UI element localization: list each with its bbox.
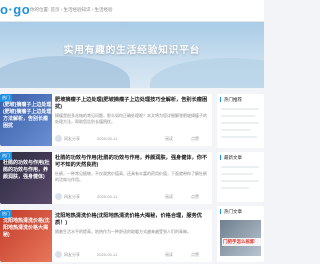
thumbnail-caption: 沈阳地热清洗价格(沈阳地热清洗价格大揭秘) [3,218,50,238]
hot-tag: 热门 [0,210,12,218]
sidebar: 热门推荐 最新文章 热门文章 门把手怎么拆卸 [217,94,264,264]
article-meta: 网友分享 2025-05-11 阅读 点赞 [55,193,210,201]
article-date: 2025-05-11 [97,252,118,257]
likes-count: 点赞 [191,252,199,257]
article-date: 2025-05-11 [97,194,118,199]
article-excerpt: 杜鹃，一种常见植物，不仅观赏价值高，还具有丰富的药用价值，下面就带你了解杜鹃的功… [55,171,207,182]
article-card[interactable]: 热门 沈阳地热清洗价格(沈阳地热清洗价格大揭秘) 沈阳地热清洗价格(沈阳地热清洗… [0,210,212,262]
article-excerpt: 随着生活水平的提高，地热作为一种舒适的取暖方式越来越受到人们的青睐。 [55,229,191,234]
avatar [55,193,62,200]
article-card[interactable]: 热门 杜鹃的功效与作用(杜鹃的功效与作用，养颜润肤，强身健体) 杜鹃的功效与作用… [0,152,212,204]
article-thumbnail[interactable]: 热门 沈阳地热清洗价格(沈阳地热清洗价格大揭秘) [0,210,52,262]
views-count: 阅读 [165,252,173,257]
widget-latest-articles: 最新文章 [217,152,264,202]
article-title[interactable]: 杜鹃的功效与作用(杜鹃的功效与作用，养颜润肤，强身健体，你不可不知的天然良药) [55,155,210,169]
views-count: 阅读 [165,194,173,199]
widget-list-item[interactable] [221,173,253,175]
thumbnail-caption: 门把手怎么拆卸 [222,238,261,246]
avatar [55,135,62,142]
breadcrumb[interactable]: 你的位置: 首页 › 生活经验知识 › 生活经验 [30,7,113,13]
widget-title[interactable]: 热门文章 [220,209,242,214]
widget-list-item[interactable] [221,108,259,110]
article-author[interactable]: 网友分享 [64,252,80,258]
article-meta: 网友分享 2025-05-11 阅读 点赞 [55,251,210,259]
widget-list-item[interactable] [221,180,259,182]
article-author[interactable]: 网友分享 [64,194,80,200]
article-list: 热门 (肥坡)摘瘤子上边处理(肥坡)摘瘤子上边处理方法解析，告别长瘤困扰 肥坡摘… [0,94,212,264]
article-date: 2025-05-11 [97,136,118,141]
top-bar: o·go 你的位置: 首页 › 生活经验知识 › 生活经验 [0,0,264,22]
thumbnail-caption: (肥坡)摘瘤子上边处理(肥坡)摘瘤子上边处理方法解析，告别长瘤困扰 [3,102,52,129]
likes-count: 点赞 [191,136,199,141]
widget-title[interactable]: 热门推荐 [220,97,242,102]
site-logo[interactable]: o·go [0,2,30,17]
article-meta: 网友分享 2025-05-11 阅读 点赞 [55,135,210,143]
hot-tag: 热门 [0,152,12,160]
hero-decoration [150,58,264,88]
article-excerpt: 摘瘤是很多苦恼的常见问题，那么如何正确处理呢？本文将为您详细解答肥坡摘瘤子的处理… [55,113,207,124]
hero-title: 实用有趣的生活经验知识平台 [63,45,201,56]
article-title[interactable]: 沈阳地热清洗价格(沈阳地热清洗价格大揭秘，价格合理，服务优质！) [55,213,210,227]
article-title[interactable]: 肥坡摘瘤子上边处理(肥坡摘瘤子上边处理技巧全解析，告别长瘤困扰) [55,97,210,111]
widget-thumbnail[interactable]: 门把手怎么拆卸 [220,220,261,256]
article-thumbnail[interactable]: 热门 杜鹃的功效与作用(杜鹃的功效与作用，养颜润肤，强身健体) [0,152,52,204]
hero-decoration [0,56,130,88]
hot-tag: 热门 [0,94,12,102]
widget-list-item[interactable] [221,136,257,138]
views-count: 阅读 [165,136,173,141]
article-author[interactable]: 网友分享 [64,136,80,142]
hero-banner: 实用有趣的生活经验知识平台 [0,22,264,88]
thumbnail-caption: 杜鹃的功效与作用(杜鹃的功效与作用，养颜润肤，强身健体) [3,160,50,180]
avatar [55,251,62,258]
widget-list-item[interactable] [221,166,259,168]
likes-count: 点赞 [191,194,199,199]
widget-title[interactable]: 最新文章 [220,155,242,160]
widget-hot-recommend: 热门推荐 [217,94,264,148]
widget-list-item[interactable] [221,115,255,117]
widget-list-item[interactable] [221,129,251,131]
article-card[interactable]: 热门 (肥坡)摘瘤子上边处理(肥坡)摘瘤子上边处理方法解析，告别长瘤困扰 肥坡摘… [0,94,212,146]
widget-popular-articles: 热门文章 门把手怎么拆卸 [217,206,264,262]
widget-list-item[interactable] [221,187,249,189]
article-thumbnail[interactable]: 热门 (肥坡)摘瘤子上边处理(肥坡)摘瘤子上边处理方法解析，告别长瘤困扰 [0,94,52,146]
widget-list-item[interactable] [221,122,259,124]
